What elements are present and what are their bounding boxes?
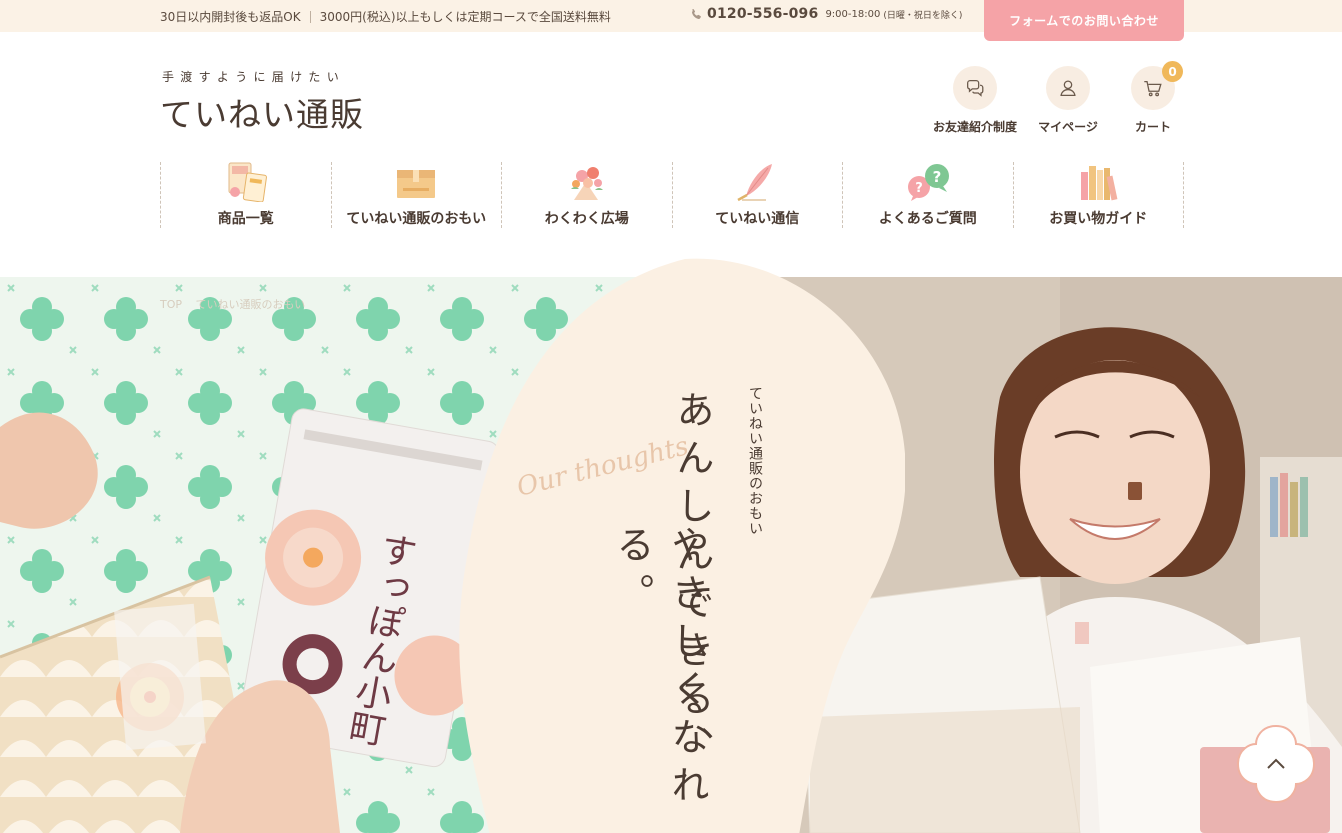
feather-pen-icon — [737, 164, 773, 202]
nav-label: よくあるご質問 — [878, 211, 977, 227]
contact-form-button[interactable]: フォームでのお問い合わせ — [984, 0, 1184, 41]
breadcrumb-home-link[interactable]: TOP — [160, 298, 182, 311]
nav-item-our-thoughts[interactable]: ていねい通販のおもい — [330, 162, 502, 228]
nav-label: わくわく広場 — [544, 211, 629, 227]
hero-subtitle: ていねい通販のおもい — [747, 386, 763, 536]
global-nav: 商品一覧 ていねい通販のおもい わくわく広場 ていねい通信 ? ? よくあるご質… — [160, 162, 1184, 228]
phone-days: (日曜・祝日を除く) — [883, 10, 963, 21]
products-icon — [228, 162, 267, 202]
cart-icon-circle: 0 — [1131, 61, 1183, 110]
logo-tagline: 手渡すように届けたい — [162, 70, 346, 84]
chat-bubbles-icon — [967, 80, 984, 97]
nav-label: 商品一覧 — [217, 211, 274, 227]
friend-referral-icon-circle — [953, 66, 997, 110]
divider — [309, 10, 311, 23]
nav-label: ていねい通販のおもい — [346, 211, 487, 227]
books-icon — [1081, 166, 1118, 201]
mypage-link[interactable]: マイページ — [1023, 66, 1113, 135]
phone-hours: 9:00-18:00 — [825, 8, 881, 20]
flowers-icon — [570, 167, 603, 200]
scroll-to-top-button[interactable] — [1236, 724, 1316, 804]
svg-text:?: ? — [915, 181, 923, 196]
friend-referral-link[interactable]: お友達紹介制度 — [930, 66, 1020, 135]
hero-title-line2: やさしくなれる。 — [610, 525, 709, 813]
user-icon — [1060, 80, 1076, 96]
svg-text:?: ? — [932, 168, 941, 186]
cart-link[interactable]: 0 カート — [1108, 61, 1198, 135]
box-icon — [397, 170, 436, 198]
phone-icon — [692, 8, 701, 19]
breadcrumb-current: ていねい通販のおもい — [195, 298, 306, 311]
logo-name: ていねい通販 — [160, 95, 364, 134]
breadcrumb: TOP ていねい通販のおもい — [160, 296, 315, 312]
phone-contact: 0120-556-096 9:00-18:00 (日曜・祝日を除く) — [690, 6, 962, 22]
shipping-notice: 30日以内開封後も返品OK 3000円(税込)以上もしくは定期コースで全国送料無… — [160, 8, 611, 25]
return-policy-text: 30日以内開封後も返品OK — [160, 10, 301, 24]
phone-number[interactable]: 0120-556-096 — [707, 6, 818, 22]
cart-label: カート — [1134, 120, 1171, 134]
nav-label: お買い物ガイド — [1049, 211, 1148, 227]
question-bubble-icon: ? ? — [907, 164, 949, 201]
nav-item-products[interactable]: 商品一覧 — [160, 162, 331, 228]
nav-item-newsletter[interactable]: ていねい通信 — [671, 162, 843, 228]
nav-item-shopping-guide[interactable]: お買い物ガイド — [1012, 162, 1184, 228]
nav-item-faq[interactable]: ? ? よくあるご質問 — [842, 162, 1013, 228]
site-logo[interactable]: 手渡すように届けたい ていねい通販 — [160, 68, 400, 134]
free-shipping-text: 3000円(税込)以上もしくは定期コースで全国送料無料 — [319, 10, 611, 24]
cart-icon — [1144, 80, 1162, 97]
nav-item-wakuwaku-plaza[interactable]: わくわく広場 — [501, 162, 672, 228]
mypage-label: マイページ — [1038, 120, 1098, 134]
nav-label: ていねい通信 — [715, 211, 800, 227]
cart-count-badge: 0 — [1162, 61, 1183, 82]
friend-referral-label: お友達紹介制度 — [932, 120, 1017, 134]
mypage-icon-circle — [1046, 66, 1090, 110]
